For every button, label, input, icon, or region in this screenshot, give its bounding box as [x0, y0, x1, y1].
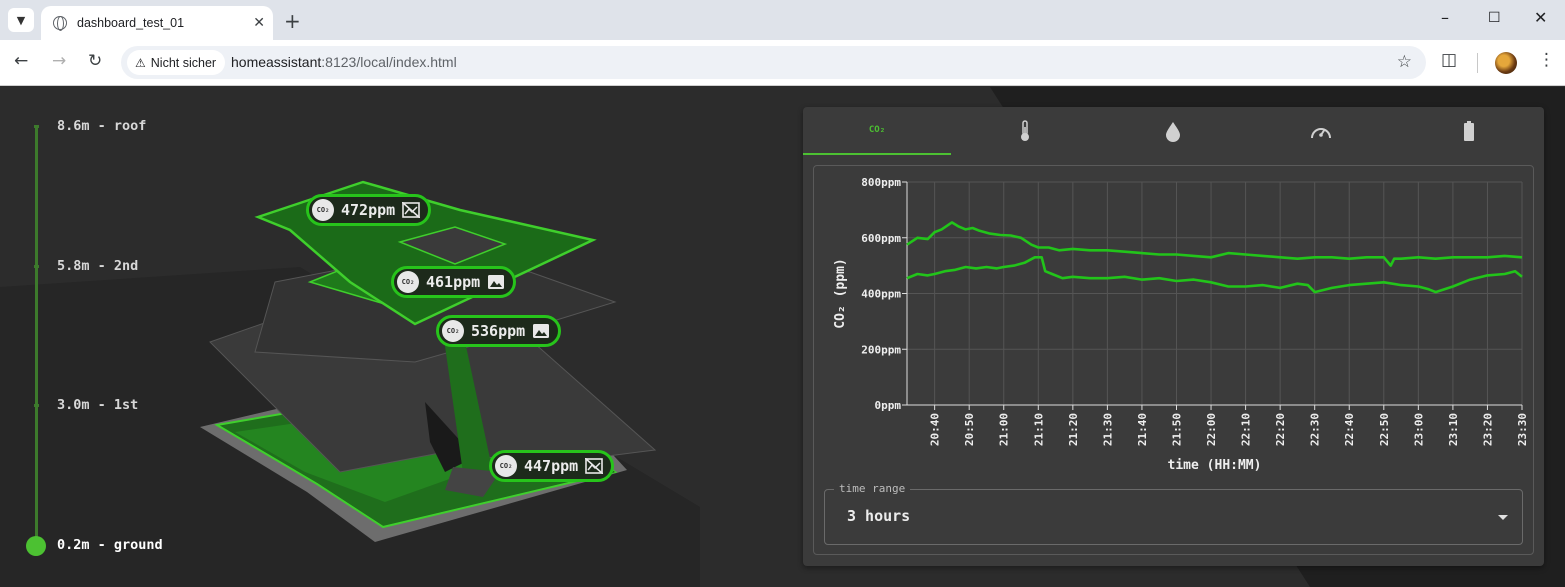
co2-icon: CO₂	[442, 320, 464, 342]
level-label-1st[interactable]: 3.0m - 1st	[57, 397, 138, 413]
x-tick-label: 21:00	[998, 413, 1011, 446]
y-tick-label: 800ppm	[861, 176, 901, 189]
extensions-icon[interactable]: ◫	[1441, 50, 1457, 70]
sensor-value: 447ppm	[524, 457, 579, 475]
level-tick-1st	[34, 404, 39, 407]
time-range-label: time range	[834, 482, 911, 495]
level-label-2nd[interactable]: 5.8m - 2nd	[57, 258, 138, 274]
y-tick-label: 200ppm	[861, 343, 901, 356]
dashboard-page: 8.6m - roof 5.8m - 2nd 3.0m - 1st 0.2m -…	[0, 87, 1565, 587]
y-axis-title: CO₂ (ppm)	[833, 258, 848, 328]
url-path: :8123/local/index.html	[321, 54, 457, 70]
sensor-history-panel: CO₂ 0ppm 200ppm 400ppm 600ppm 800ppm 20:40 20:…	[803, 107, 1544, 566]
sensor-badge-roof[interactable]: CO₂ 472ppm	[306, 194, 432, 226]
time-range-select[interactable]: time range 3 hours	[824, 482, 1523, 545]
metric-tabs: CO₂	[803, 107, 1544, 155]
x-tick-label: 21:10	[1032, 413, 1045, 446]
x-tick-label: 23:00	[1412, 413, 1425, 446]
x-tick-label: 23:10	[1447, 413, 1460, 446]
image-icon	[533, 324, 550, 338]
url-host: homeassistant	[231, 54, 322, 70]
browser-tab-bar: ▼ dashboard_test_01 ✕ + – ☐ ✕	[0, 0, 1565, 40]
x-tick-label: 21:30	[1101, 413, 1114, 446]
image-off-icon	[402, 202, 421, 218]
x-tick-label: 20:50	[963, 413, 976, 446]
x-tick-label: 20:40	[929, 413, 942, 446]
co2-series-line-1	[906, 221, 1523, 267]
x-tick-label: 22:00	[1205, 413, 1218, 446]
co2-series-line-2	[906, 256, 1523, 294]
x-tick-label: 22:30	[1309, 413, 1322, 446]
sensor-badge-ground[interactable]: CO₂ 447ppm	[489, 450, 615, 482]
sensor-value: 536ppm	[471, 322, 526, 340]
dropdown-arrow-icon	[1498, 515, 1508, 520]
tab-pressure[interactable]	[1247, 107, 1395, 155]
chevron-down-icon: ▼	[16, 13, 26, 27]
level-selected-dot[interactable]	[26, 536, 46, 556]
x-tick-label: 22:10	[1240, 413, 1253, 446]
profile-avatar[interactable]	[1495, 52, 1517, 74]
x-tick-label: 22:20	[1274, 413, 1287, 446]
thermometer-icon	[1021, 120, 1029, 141]
toolbar-divider	[1477, 53, 1478, 73]
back-button[interactable]: ←	[14, 51, 28, 71]
tab-temperature[interactable]	[951, 107, 1099, 155]
forward-button[interactable]: →	[52, 51, 66, 71]
sensor-value: 472ppm	[341, 201, 396, 219]
browser-toolbar: ← → ↻ ⚠ Nicht sicher homeassistant:8123/…	[0, 40, 1565, 86]
tab-title: dashboard_test_01	[77, 16, 185, 30]
y-tick-label: 400ppm	[861, 288, 901, 301]
image-icon	[488, 275, 505, 289]
x-tick-label: 23:30	[1516, 413, 1529, 446]
co2-icon: CO₂	[397, 271, 419, 293]
reload-button[interactable]: ↻	[88, 51, 102, 71]
image-off-icon	[585, 458, 604, 474]
x-tick-label: 21:20	[1067, 413, 1080, 446]
level-label-ground[interactable]: 0.2m - ground	[57, 537, 163, 553]
tab-co2[interactable]: CO₂	[803, 107, 951, 155]
more-menu-icon[interactable]: ⋮	[1538, 50, 1555, 70]
level-tick-2nd	[34, 265, 39, 268]
minimize-button[interactable]: –	[1441, 8, 1449, 27]
sensor-value: 461ppm	[426, 273, 481, 291]
new-tab-button[interactable]: +	[284, 9, 301, 33]
level-label-roof[interactable]: 8.6m - roof	[57, 118, 146, 134]
x-tick-label: 22:50	[1378, 413, 1391, 446]
time-range-value: 3 hours	[847, 507, 911, 525]
co2-icon: CO₂	[312, 199, 334, 221]
x-tick-label: 23:20	[1481, 413, 1494, 446]
co2-line-chart[interactable]: 0ppm 200ppm 400ppm 600ppm 800ppm 20:40 20:50 21…	[814, 166, 1535, 476]
window-close-button[interactable]: ✕	[1534, 8, 1547, 27]
address-bar[interactable]: ⚠ Nicht sicher homeassistant:8123/local/…	[121, 46, 1426, 79]
sensor-badge-1st[interactable]: CO₂ 536ppm	[436, 315, 562, 347]
co2-tab-label: CO₂	[868, 125, 886, 135]
floorplan-3d-view[interactable]	[195, 172, 675, 552]
y-tick-label: 0ppm	[875, 399, 902, 412]
warning-icon: ⚠	[135, 55, 146, 70]
co2-chart-card: 0ppm 200ppm 400ppm 600ppm 800ppm 20:40 20:50 21…	[813, 165, 1534, 555]
gauge-icon	[1311, 128, 1331, 139]
maximize-button[interactable]: ☐	[1488, 10, 1501, 26]
tab-battery[interactable]	[1395, 107, 1543, 155]
x-tick-label: 22:40	[1343, 413, 1356, 446]
battery-icon	[1464, 121, 1474, 141]
water-drop-icon	[1166, 122, 1180, 142]
security-chip[interactable]: ⚠ Nicht sicher	[127, 50, 226, 75]
level-tick-roof	[34, 125, 39, 128]
browser-tab[interactable]: dashboard_test_01 ✕	[41, 6, 273, 40]
x-tick-label: 21:50	[1170, 413, 1183, 446]
level-track	[35, 127, 38, 547]
sensor-badge-2nd[interactable]: CO₂ 461ppm	[391, 266, 517, 298]
y-tick-label: 600ppm	[861, 232, 901, 245]
close-tab-icon[interactable]: ✕	[253, 15, 265, 31]
x-axis-title: time (HH:MM)	[1168, 458, 1262, 473]
tab-humidity[interactable]	[1099, 107, 1247, 155]
x-tick-label: 21:40	[1136, 413, 1149, 446]
globe-icon	[53, 16, 67, 31]
url-text[interactable]: homeassistant:8123/local/index.html	[231, 54, 457, 70]
tab-search-button[interactable]: ▼	[8, 8, 34, 32]
security-label: Nicht sicher	[150, 55, 217, 70]
bookmark-star-icon[interactable]: ☆	[1397, 52, 1412, 72]
co2-icon: CO₂	[495, 455, 517, 477]
